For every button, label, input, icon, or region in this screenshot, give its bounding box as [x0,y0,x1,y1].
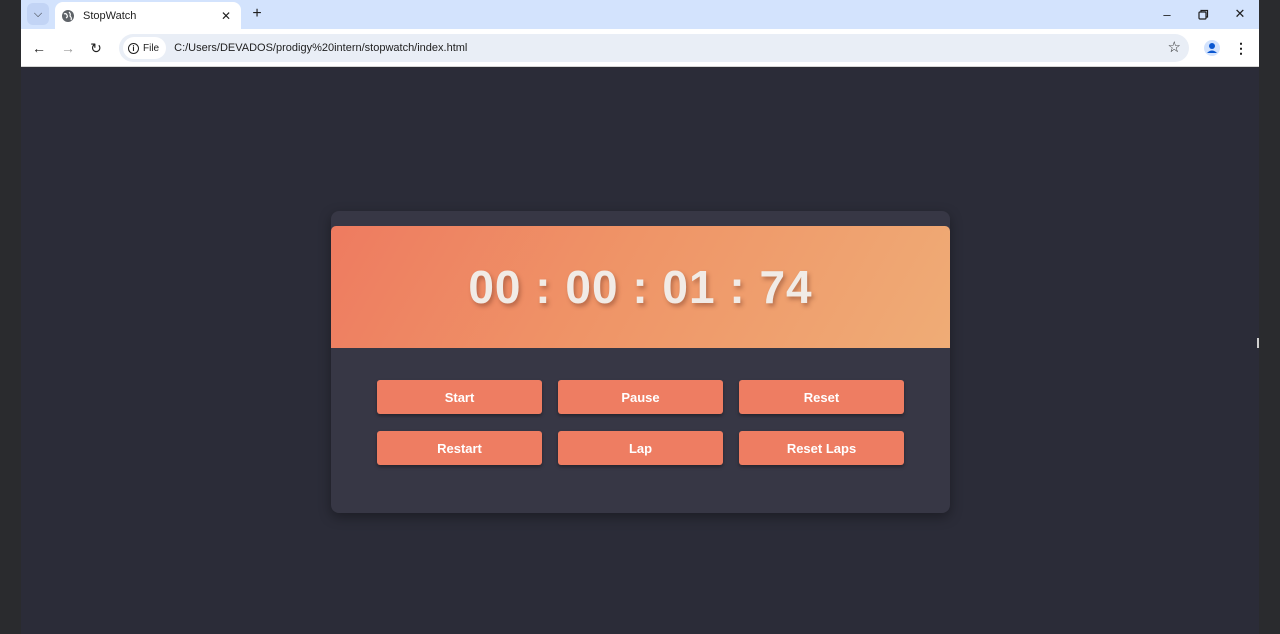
profile-icon [1204,40,1220,56]
restart-button[interactable]: Restart [377,431,542,465]
minimize-button[interactable]: – [1152,4,1182,24]
time-display: 00 : 00 : 01 : 74 [331,226,950,348]
globe-icon [62,9,74,22]
page-content: 00 : 00 : 01 : 74 Start Pause Reset Rest… [21,68,1259,634]
browser-menu-button[interactable]: ⋮ [1231,38,1251,58]
desktop-edge-left [0,0,21,634]
elapsed-time: 00 : 00 : 01 : 74 [468,261,813,313]
info-icon: i [128,42,139,54]
tab-search-button[interactable]: ⌵ [27,3,49,25]
back-button[interactable]: ← [29,38,49,58]
browser-toolbar: ← → ↻ i File C:/Users/DEVADOS/prodigy%20… [21,29,1259,67]
browser-window: ⌵ StopWatch ✕ + – ✕ ← → ↻ i File C:/User… [21,0,1259,634]
arrow-right-icon: → [61,40,75,56]
plus-icon: + [252,5,262,22]
restore-button[interactable] [1188,4,1218,24]
new-tab-button[interactable]: + [247,4,267,24]
bookmark-star-icon[interactable]: ☆ [1168,38,1181,56]
lap-button[interactable]: Lap [558,431,723,465]
tab-strip: ⌵ StopWatch ✕ + – ✕ [21,0,1259,29]
close-tab-icon[interactable]: ✕ [219,9,233,23]
url-text[interactable]: C:/Users/DEVADOS/prodigy%20intern/stopwa… [174,42,467,54]
address-bar[interactable]: i File C:/Users/DEVADOS/prodigy%20intern… [119,34,1189,62]
reset-button[interactable]: Reset [739,380,904,414]
close-window-button[interactable]: ✕ [1225,4,1255,24]
close-icon: ✕ [1234,6,1246,21]
more-vert-icon: ⋮ [1234,39,1248,56]
reset-laps-button[interactable]: Reset Laps [739,431,904,465]
tab-stopwatch[interactable]: StopWatch ✕ [55,2,241,29]
site-info-chip[interactable]: i File [123,37,167,59]
pause-button[interactable]: Pause [558,380,723,414]
desktop-edge-right [1259,0,1280,634]
arrow-left-icon: ← [32,40,46,56]
site-info-label: File [143,42,160,54]
text-cursor [1257,338,1259,348]
reload-icon: ↻ [90,39,102,56]
forward-button[interactable]: → [58,38,78,58]
start-button[interactable]: Start [377,380,542,414]
restore-icon [1197,9,1208,20]
reload-button[interactable]: ↻ [86,38,106,58]
chevron-down-icon: ⌵ [33,7,43,20]
stopwatch-card: 00 : 00 : 01 : 74 Start Pause Reset Rest… [331,211,950,513]
tab-title: StopWatch [83,9,137,22]
minimize-icon: – [1163,6,1171,22]
profile-button[interactable] [1202,38,1222,58]
